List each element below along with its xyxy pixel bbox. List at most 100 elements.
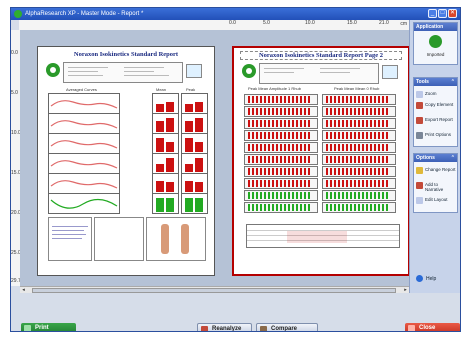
reanalyze-label: Reanalyze <box>212 326 242 332</box>
body-map-box <box>146 217 206 261</box>
window-title: AlphaResearch XP - Master Mode - Report … <box>25 11 144 17</box>
body-figure-icon <box>181 224 189 254</box>
bar-chart-thumbnail <box>244 190 318 201</box>
tool-label: Export Report <box>425 117 453 122</box>
status-text: Imported <box>426 52 445 57</box>
bar-chart-thumbnail <box>322 202 396 213</box>
note-box <box>94 217 144 261</box>
panel-header-label: Options <box>416 155 435 161</box>
help-button[interactable]: Help <box>416 275 436 282</box>
print-icon <box>24 325 31 331</box>
results-table <box>246 224 400 248</box>
app-icon <box>14 10 22 18</box>
bar-chart-thumbnail <box>322 94 396 105</box>
tools-panel: Tools ⌃ Zoom Copy Element Export Report P… <box>413 77 458 147</box>
compare-label: Compare <box>271 326 298 332</box>
folder-icon <box>416 167 423 174</box>
printer-icon <box>416 132 423 139</box>
tool-label: Zoom <box>425 91 437 96</box>
reanalyze-button[interactable]: Reanalyze <box>197 323 252 332</box>
emg-trace-graph <box>48 133 120 154</box>
bar-chart-thumbnail <box>322 190 396 201</box>
status-icon <box>429 35 442 48</box>
image-icon <box>382 65 398 79</box>
collapse-icon[interactable]: ⌃ <box>451 154 455 162</box>
help-label: Help <box>426 275 437 282</box>
bar-chart-thumbnail <box>152 133 179 154</box>
bar-chart-thumbnail <box>244 106 318 117</box>
patient-info-box <box>63 62 183 83</box>
emg-trace-graph <box>48 113 120 134</box>
emg-trace-graph <box>48 173 120 194</box>
bar-chart-thumbnail <box>322 154 396 165</box>
bar-chart-thumbnail <box>322 166 396 177</box>
close-button[interactable]: Close <box>405 323 460 331</box>
edit-icon <box>416 197 423 204</box>
narrative-icon <box>416 182 423 189</box>
compare-icon <box>260 326 267 331</box>
panel-header[interactable]: Options ⌃ <box>414 154 457 162</box>
bar-chart-thumbnail <box>244 118 318 129</box>
zoom-icon <box>416 91 423 98</box>
bar-chart-thumbnail <box>244 142 318 153</box>
note-box <box>48 217 92 261</box>
compare-button[interactable]: Compare <box>256 323 318 332</box>
bar-chart-thumbnail <box>322 118 396 129</box>
application-panel: Application Imported <box>413 22 458 65</box>
option-label: Add to Narrative <box>425 182 444 192</box>
bar-chart-thumbnail <box>181 133 208 154</box>
page-title: Noraxon Isokinetics Standard Report <box>73 51 179 58</box>
bar-chart-thumbnail <box>152 93 179 114</box>
bar-chart-thumbnail <box>181 113 208 134</box>
ruler-tick: 5.0 <box>263 20 270 26</box>
bar-chart-thumbnail <box>181 153 208 174</box>
bar-chart-thumbnail <box>152 153 179 174</box>
reanalyze-icon <box>201 326 208 331</box>
copy-icon <box>416 102 423 109</box>
collapse-icon[interactable]: ⌃ <box>451 78 455 86</box>
column-header: Mean <box>156 87 167 92</box>
print-button[interactable]: Print <box>21 323 76 331</box>
column-header: Peak Mean Mean 0 Rhub <box>334 86 380 91</box>
report-canvas[interactable]: Noraxon Isokinetics Standard Report Aver… <box>20 30 409 286</box>
emg-trace-graph <box>48 153 120 174</box>
application-window: AlphaResearch XP - Master Mode - Report … <box>10 7 461 332</box>
ruler-unit: cm <box>400 21 407 27</box>
option-label: Change Report <box>425 167 456 172</box>
minimize-button[interactable]: _ <box>428 9 437 18</box>
panel-header[interactable]: Tools ⌃ <box>414 78 457 86</box>
ruler-tick: 15.0 <box>347 20 357 26</box>
ruler-tick: 21.0 <box>379 20 389 26</box>
noraxon-logo-icon <box>46 63 60 77</box>
body-figure-icon <box>161 224 169 254</box>
noraxon-logo-icon <box>242 64 256 78</box>
close-label: Close <box>419 325 436 331</box>
report-page-2[interactable]: Noraxon Isokinetics Standard Report Page… <box>232 46 409 276</box>
right-sidebar: Application Imported Tools ⌃ Zoom Copy El… <box>409 20 460 293</box>
bar-chart-thumbnail <box>152 173 179 194</box>
panel-header-label: Tools <box>416 79 429 85</box>
bar-chart-thumbnail <box>322 142 396 153</box>
title-bar: AlphaResearch XP - Master Mode - Report … <box>11 8 460 20</box>
tool-label: Print Options <box>425 132 452 137</box>
column-header: Peak Mean Amplitude 1 Rhub <box>248 86 301 91</box>
maximize-button[interactable]: □ <box>438 9 447 18</box>
panel-header: Application <box>414 23 457 31</box>
bar-chart-thumbnail <box>244 202 318 213</box>
bottom-toolbar: Print Reanalyze Compare Close <box>11 293 460 331</box>
ruler-tick: 0.0 <box>11 50 18 56</box>
close-window-button[interactable]: ✕ <box>448 9 457 18</box>
bar-chart-thumbnail <box>322 130 396 141</box>
image-icon <box>186 64 202 78</box>
page-title: Noraxon Isokinetics Standard Report Page… <box>240 51 402 60</box>
report-page-1[interactable]: Noraxon Isokinetics Standard Report Aver… <box>37 46 215 276</box>
patient-info-box <box>259 63 379 84</box>
bar-chart-thumbnail <box>244 178 318 189</box>
bar-chart-thumbnail <box>244 94 318 105</box>
ruler-tick: 10.0 <box>305 20 315 26</box>
ruler-tick: 5.0 <box>11 90 18 96</box>
options-panel: Options ⌃ Change Report Add to Narrative … <box>413 153 458 213</box>
panel-header-label: Application <box>416 24 444 30</box>
close-icon <box>408 325 415 331</box>
bar-chart-thumbnail <box>181 93 208 114</box>
